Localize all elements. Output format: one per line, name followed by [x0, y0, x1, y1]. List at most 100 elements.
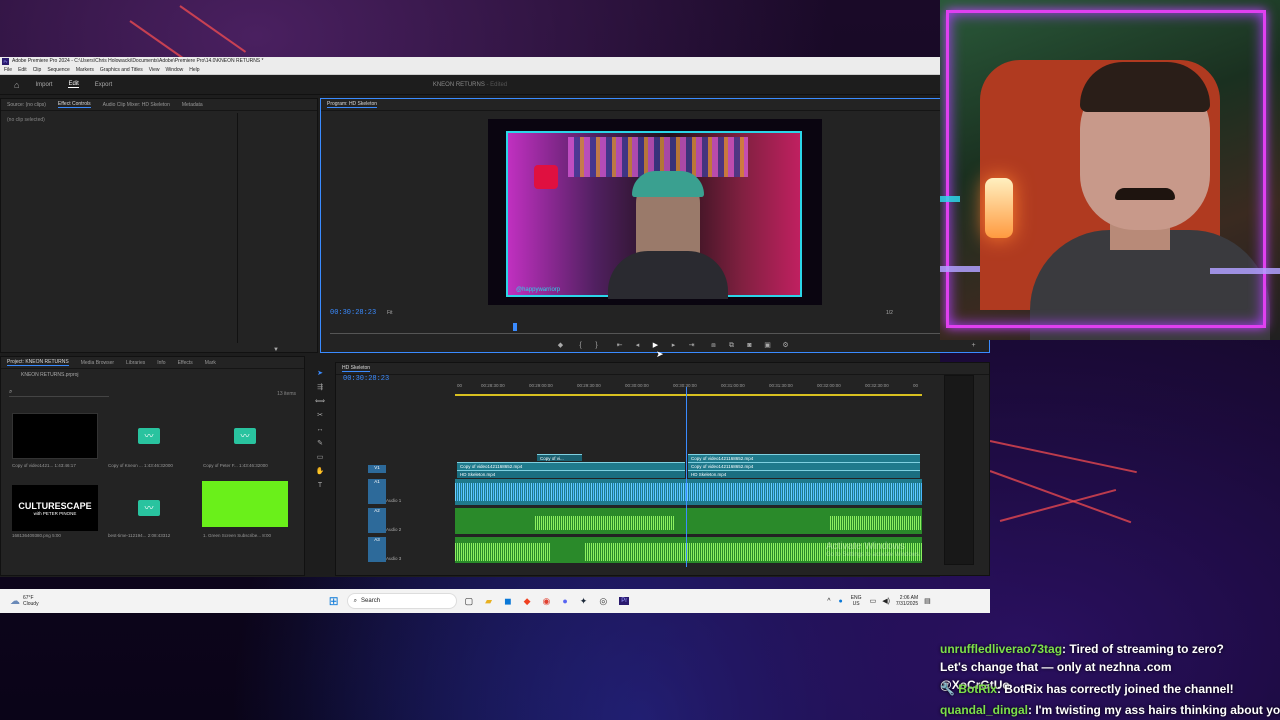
audio-track-2[interactable] — [455, 508, 922, 534]
home-icon[interactable]: ⌂ — [14, 80, 19, 90]
notification-icon[interactable]: ▤ — [924, 597, 931, 605]
workspace-export[interactable]: Export — [95, 82, 112, 88]
resolution-dropdown[interactable]: 1/2 — [886, 310, 893, 316]
timeline-ruler[interactable]: 00 00:28:30:00 00:29:00:00 00:29:30:00 0… — [455, 383, 922, 391]
filter-icon[interactable]: ▼ — [273, 347, 279, 353]
tray-chevron-icon[interactable]: ^ — [827, 598, 830, 605]
export-frame-icon[interactable]: ◙ — [746, 342, 753, 349]
go-to-out-icon[interactable]: ⇥ — [688, 342, 695, 349]
taskbar-search[interactable]: ⌕ Search — [346, 593, 457, 609]
mark-out-icon[interactable]: } — [593, 342, 600, 349]
clip-v1-left[interactable]: Copy of video1421168652.mp4 — [457, 462, 685, 470]
language[interactable]: ENG US — [851, 595, 862, 607]
clip-skeleton-right[interactable]: HD Skeleton.mp4 — [688, 470, 920, 478]
step-back-icon[interactable]: ◂ — [634, 342, 641, 349]
tab-effects[interactable]: Effects — [178, 360, 193, 366]
tab-source[interactable]: Source: (no clips) — [7, 102, 46, 108]
menu-window[interactable]: Window — [165, 66, 183, 74]
pen-tool-icon[interactable]: ✎ — [312, 437, 328, 451]
tab-program[interactable]: Program: HD Skeleton — [327, 101, 378, 108]
weather-icon[interactable]: ☁ — [10, 596, 20, 607]
clock-date: 7/31/2025 — [895, 601, 919, 607]
play-icon[interactable]: ▶ — [652, 342, 659, 349]
menu-help[interactable]: Help — [189, 66, 199, 74]
lift-icon[interactable]: ⧈ — [710, 342, 717, 349]
fit-dropdown[interactable]: Fit — [387, 310, 393, 316]
program-playhead[interactable] — [513, 323, 517, 331]
tab-timeline[interactable]: HD Skeleton — [342, 365, 371, 372]
hand-tool-icon[interactable]: ✋ — [312, 465, 328, 479]
slip-tool-icon[interactable]: ↔ — [312, 423, 328, 437]
menu-edit[interactable]: Edit — [18, 66, 27, 74]
extract-icon[interactable]: ⧉ — [728, 342, 735, 349]
project-search-input[interactable]: ⌕ — [9, 389, 109, 397]
obs-icon[interactable]: ◎ — [599, 596, 607, 607]
mark-in-icon[interactable]: { — [577, 342, 584, 349]
weather[interactable]: 67°F Cloudy — [23, 595, 39, 607]
tab-audio-clip-mixer[interactable]: Audio Clip Mixer: HD Skeleton — [103, 102, 170, 108]
menu-view[interactable]: View — [149, 66, 160, 74]
brave-icon[interactable]: ◆ — [524, 596, 531, 607]
menu-sequence[interactable]: Sequence — [47, 66, 70, 74]
clip-v1-right[interactable]: Copy of video1421168652.mp4 — [688, 454, 920, 462]
thumb-caption: 1. Green Screen Subscribe... 8:00 — [203, 533, 272, 538]
add-button-icon[interactable]: + — [970, 342, 977, 349]
menu-clip[interactable]: Clip — [33, 66, 42, 74]
workspace-edit[interactable]: Edit — [68, 81, 79, 88]
go-to-in-icon[interactable]: ⇤ — [616, 342, 623, 349]
selection-tool-icon[interactable]: ➤ — [312, 367, 328, 381]
mic-icon[interactable]: ● — [838, 598, 842, 605]
timeline-timecode[interactable]: 00:30:28:23 — [343, 375, 389, 383]
work-area-bar[interactable] — [455, 394, 922, 396]
premiere-taskbar-icon[interactable]: Pr — [619, 597, 630, 605]
program-scrubber[interactable] — [330, 333, 980, 334]
tab-media-browser[interactable]: Media Browser — [81, 360, 114, 366]
comparison-view-icon[interactable]: ▣ — [764, 342, 771, 349]
workspace-import[interactable]: Import — [35, 82, 52, 88]
timeline-playhead[interactable] — [686, 387, 687, 567]
rectangle-tool-icon[interactable]: ▭ — [312, 451, 328, 465]
menu-graphics[interactable]: Graphics and Titles — [100, 66, 143, 74]
type-tool-icon[interactable]: T — [312, 479, 328, 493]
thumb-video1[interactable] — [12, 413, 98, 459]
tab-info[interactable]: Info — [157, 360, 165, 366]
network-icon[interactable]: ▭ — [870, 597, 877, 605]
track-label-a3[interactable]: A3 — [368, 537, 386, 562]
clip-v2[interactable]: Copy of vi... — [537, 454, 582, 461]
tab-markers[interactable]: Mark — [205, 360, 216, 366]
track-label-a2[interactable]: A2 — [368, 508, 386, 533]
add-marker-icon[interactable]: ◆ — [557, 342, 564, 349]
settings-icon[interactable]: ⚙ — [782, 342, 789, 349]
thumb-best-time-audio[interactable]: 〰 — [106, 485, 192, 531]
volume-icon[interactable]: ◀) — [882, 597, 890, 605]
audio-track-1[interactable] — [455, 479, 922, 505]
steam-icon[interactable]: ✦ — [580, 596, 588, 607]
task-view-icon[interactable]: ▢ — [465, 596, 474, 607]
clock[interactable]: 2:06 AM 7/31/2025 — [896, 595, 918, 607]
menu-file[interactable]: File — [4, 66, 12, 74]
track-label-a1[interactable]: A1 — [368, 479, 386, 504]
thumb-culturescape-logo[interactable]: CULTURESCAPE with PETER PINONE — [12, 485, 98, 531]
chrome-icon[interactable]: ◉ — [542, 596, 550, 607]
discord-icon[interactable]: ● — [562, 596, 567, 606]
tab-metadata[interactable]: Metadata — [182, 102, 203, 108]
step-forward-icon[interactable]: ▸ — [670, 342, 677, 349]
file-explorer-icon[interactable]: ▰ — [485, 596, 492, 607]
store-icon[interactable]: ◼ — [504, 596, 511, 607]
thumb-kneon-audio[interactable]: 〰 — [106, 413, 192, 459]
program-timecode[interactable]: 00:30:28:23 — [330, 309, 376, 317]
tab-libraries[interactable]: Libraries — [126, 360, 145, 366]
track-label-v1[interactable]: V1 — [368, 465, 386, 473]
clip-v1-right2[interactable]: Copy of video1421168652.mp4 — [688, 462, 920, 470]
thumb-peter-audio[interactable]: 〰 — [202, 413, 288, 459]
search-label: Search — [361, 598, 381, 604]
clip-skeleton-left[interactable]: HD Skeleton.mp4 — [457, 470, 685, 478]
menu-markers[interactable]: Markers — [76, 66, 94, 74]
thumb-green-screen[interactable] — [202, 481, 288, 527]
track-select-icon[interactable]: ⇶ — [312, 381, 328, 395]
ripple-edit-icon[interactable]: ⟺ — [312, 395, 328, 409]
razor-tool-icon[interactable]: ✂ — [312, 409, 328, 423]
tab-effect-controls[interactable]: Effect Controls — [57, 101, 91, 108]
tab-project[interactable]: Project: KNEON RETURNS — [7, 359, 69, 366]
start-icon[interactable]: ⊞ — [329, 594, 339, 608]
